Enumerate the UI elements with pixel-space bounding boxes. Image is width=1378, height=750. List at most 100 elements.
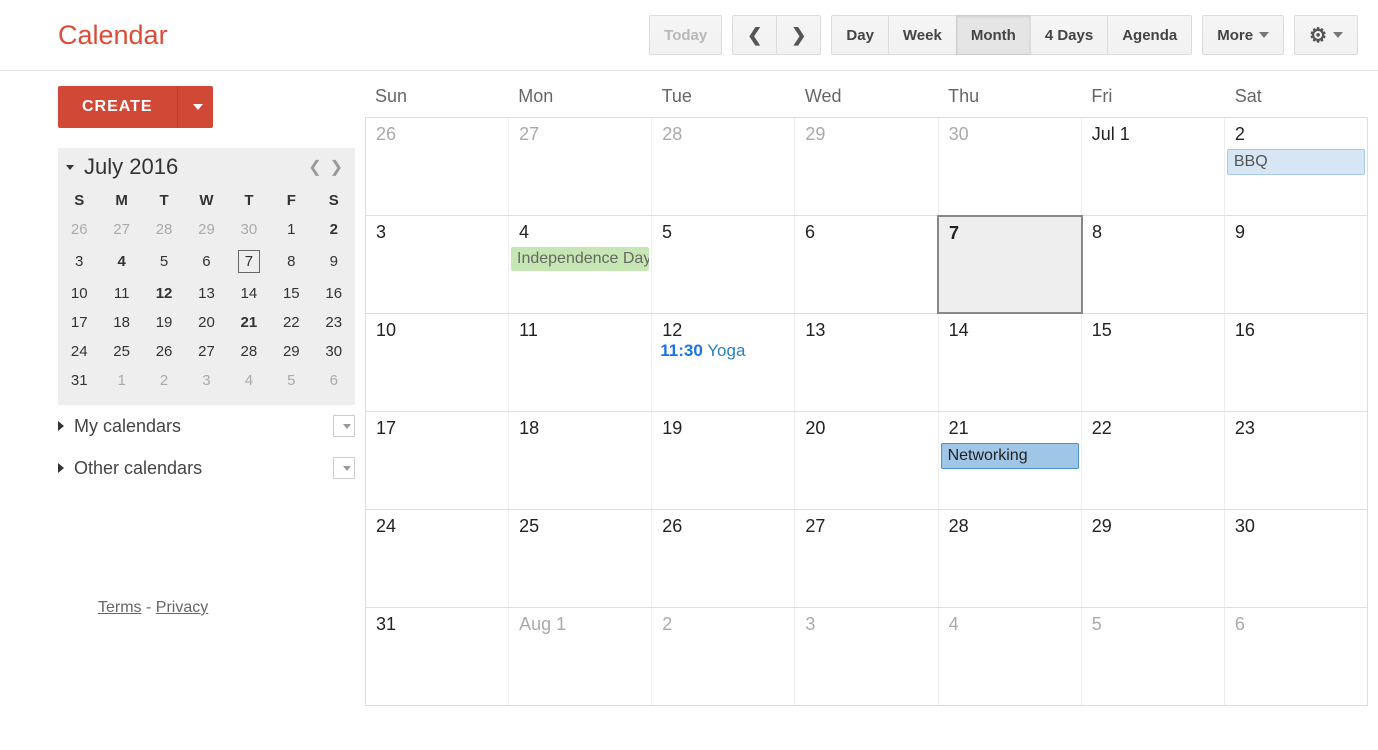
day-cell[interactable]: 2: [652, 608, 795, 705]
mini-day[interactable]: 6: [313, 366, 355, 395]
day-cell[interactable]: 27: [795, 510, 938, 607]
mini-day[interactable]: 3: [185, 366, 227, 395]
day-cell[interactable]: 2BBQ: [1225, 118, 1367, 215]
settings-button[interactable]: ⚙: [1294, 15, 1358, 55]
mini-day[interactable]: 31: [58, 366, 100, 395]
day-cell[interactable]: 26: [652, 510, 795, 607]
my-calendars-menu[interactable]: [333, 415, 355, 437]
day-cell[interactable]: 30: [939, 118, 1082, 215]
day-cell[interactable]: 5: [1082, 608, 1225, 705]
mini-day[interactable]: 13: [185, 279, 227, 308]
terms-link[interactable]: Terms: [98, 599, 142, 616]
day-cell[interactable]: 8: [1082, 216, 1225, 313]
mini-day[interactable]: 3: [58, 244, 100, 279]
event[interactable]: Networking: [941, 443, 1079, 469]
mini-day[interactable]: 28: [228, 337, 270, 366]
mini-day[interactable]: 30: [228, 215, 270, 244]
mini-day[interactable]: 2: [313, 215, 355, 244]
mini-day[interactable]: 29: [185, 215, 227, 244]
day-cell[interactable]: 27: [509, 118, 652, 215]
view-tab-4days[interactable]: 4 Days: [1030, 15, 1107, 55]
next-button[interactable]: ❯: [776, 15, 821, 55]
view-tab-agenda[interactable]: Agenda: [1107, 15, 1192, 55]
day-cell[interactable]: 7: [937, 215, 1083, 314]
view-tab-week[interactable]: Week: [888, 15, 956, 55]
view-tab-day[interactable]: Day: [831, 15, 888, 55]
mini-day[interactable]: 4: [228, 366, 270, 395]
event[interactable]: BBQ: [1227, 149, 1365, 175]
today-button[interactable]: Today: [649, 15, 722, 55]
event[interactable]: 11:30 Yoga: [652, 341, 794, 361]
mini-day[interactable]: 18: [100, 308, 142, 337]
day-cell[interactable]: 6: [1225, 608, 1367, 705]
day-cell[interactable]: 28: [939, 510, 1082, 607]
prev-button[interactable]: ❮: [732, 15, 776, 55]
day-cell[interactable]: Aug 1: [509, 608, 652, 705]
day-cell[interactable]: 25: [509, 510, 652, 607]
day-cell[interactable]: 22: [1082, 412, 1225, 509]
day-cell[interactable]: 28: [652, 118, 795, 215]
day-cell[interactable]: 9: [1225, 216, 1367, 313]
mini-day[interactable]: 19: [143, 308, 185, 337]
day-cell[interactable]: 20: [795, 412, 938, 509]
create-button[interactable]: CREATE: [58, 86, 177, 128]
day-cell[interactable]: 16: [1225, 314, 1367, 411]
mini-day[interactable]: 1: [270, 215, 312, 244]
day-cell[interactable]: 14: [939, 314, 1082, 411]
mini-day[interactable]: 25: [100, 337, 142, 366]
create-dropdown-button[interactable]: [177, 86, 213, 128]
mini-day[interactable]: 10: [58, 279, 100, 308]
day-cell[interactable]: 3: [795, 608, 938, 705]
day-cell[interactable]: 11: [509, 314, 652, 411]
mini-day[interactable]: 23: [313, 308, 355, 337]
day-cell[interactable]: 1211:30 Yoga: [652, 314, 795, 411]
mini-day[interactable]: 26: [58, 215, 100, 244]
day-cell[interactable]: 17: [366, 412, 509, 509]
day-cell[interactable]: 4: [939, 608, 1082, 705]
triangle-down-icon[interactable]: [66, 165, 74, 170]
day-cell[interactable]: 24: [366, 510, 509, 607]
mini-day[interactable]: 15: [270, 279, 312, 308]
event[interactable]: Independence Day: [511, 247, 649, 271]
mini-day[interactable]: 26: [143, 337, 185, 366]
mini-day[interactable]: 8: [270, 244, 312, 279]
day-cell[interactable]: 29: [795, 118, 938, 215]
mini-day[interactable]: 1: [100, 366, 142, 395]
day-cell[interactable]: 13: [795, 314, 938, 411]
day-cell[interactable]: 31: [366, 608, 509, 705]
view-tab-month[interactable]: Month: [956, 15, 1030, 55]
day-cell[interactable]: 5: [652, 216, 795, 313]
privacy-link[interactable]: Privacy: [156, 599, 208, 616]
other-calendars-menu[interactable]: [333, 457, 355, 479]
day-cell[interactable]: 21Networking: [939, 412, 1082, 509]
mini-day[interactable]: 30: [313, 337, 355, 366]
mini-day[interactable]: 29: [270, 337, 312, 366]
day-cell[interactable]: 15: [1082, 314, 1225, 411]
mini-day[interactable]: 27: [100, 215, 142, 244]
mini-day[interactable]: 24: [58, 337, 100, 366]
mini-day[interactable]: 6: [185, 244, 227, 279]
mini-day[interactable]: 4: [100, 244, 142, 279]
mini-day[interactable]: 16: [313, 279, 355, 308]
day-cell[interactable]: 6: [795, 216, 938, 313]
mini-day[interactable]: 20: [185, 308, 227, 337]
day-cell[interactable]: Jul 1: [1082, 118, 1225, 215]
mini-day[interactable]: 5: [143, 244, 185, 279]
mini-day[interactable]: 14: [228, 279, 270, 308]
mini-day[interactable]: 28: [143, 215, 185, 244]
day-cell[interactable]: 23: [1225, 412, 1367, 509]
day-cell[interactable]: 30: [1225, 510, 1367, 607]
day-cell[interactable]: 29: [1082, 510, 1225, 607]
more-button[interactable]: More: [1202, 15, 1284, 55]
day-cell[interactable]: 10: [366, 314, 509, 411]
other-calendars-toggle[interactable]: Other calendars: [58, 447, 355, 489]
mini-day[interactable]: 22: [270, 308, 312, 337]
mini-day[interactable]: 11: [100, 279, 142, 308]
day-cell[interactable]: 3: [366, 216, 509, 313]
my-calendars-toggle[interactable]: My calendars: [58, 405, 355, 447]
mini-prev-button[interactable]: ❮: [304, 157, 325, 177]
day-cell[interactable]: 19: [652, 412, 795, 509]
day-cell[interactable]: 18: [509, 412, 652, 509]
mini-day[interactable]: 27: [185, 337, 227, 366]
mini-day[interactable]: 17: [58, 308, 100, 337]
